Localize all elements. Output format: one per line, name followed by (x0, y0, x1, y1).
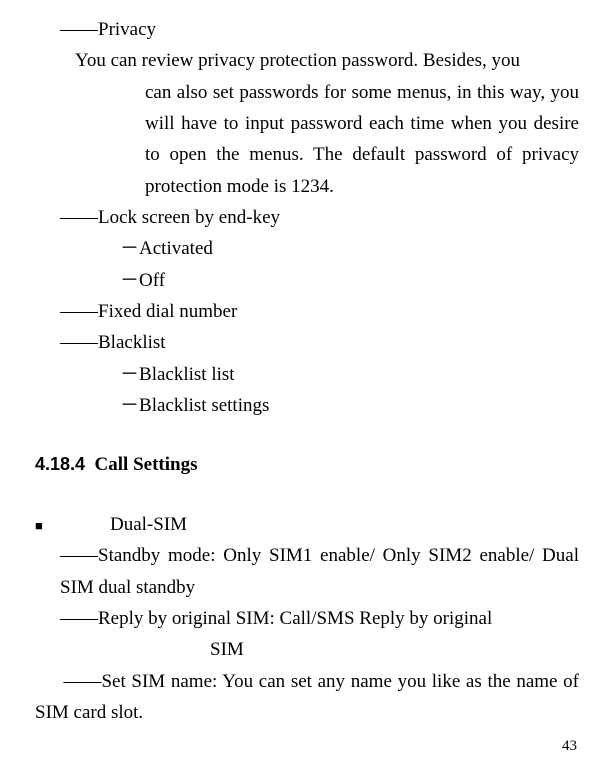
dash-prefix: ―― (60, 301, 98, 322)
dualsim-label: Dual-SIM (110, 514, 187, 535)
item-lockscreen: ――Lock screen by end-key (35, 202, 579, 233)
fixed-label: Fixed dial number (98, 301, 237, 322)
standby-text: Standby mode: Only SIM1 enable/ Only SIM… (60, 545, 579, 597)
dash-prefix: ―― (60, 332, 98, 353)
reply-text1: Reply by original SIM: Call/SMS Reply by… (98, 608, 492, 629)
set-sim-name-line: ――Set SIM name: You can set any name you… (35, 666, 579, 729)
opt-label: Off (139, 270, 165, 291)
dash-prefix: ―― (63, 671, 101, 692)
page-number: 43 (562, 734, 577, 759)
dash-prefix-small: － (120, 395, 139, 416)
reply-original-line1: ――Reply by original SIM: Call/SMS Reply … (35, 603, 579, 634)
square-bullet-icon: ■ (35, 515, 110, 536)
dash-prefix: ―― (60, 608, 98, 629)
opt-label: Activated (139, 238, 213, 259)
section-title: Call Settings (95, 454, 198, 475)
item-blacklist: ――Blacklist (35, 327, 579, 358)
dash-prefix: ―― (60, 19, 98, 40)
dash-prefix: ―― (60, 207, 98, 228)
section-heading: 4.18.4 Call Settings (35, 449, 579, 480)
page: ――Privacy You can review privacy protect… (0, 0, 595, 769)
dash-prefix-small: － (120, 270, 139, 291)
item-fixed-dial: ――Fixed dial number (35, 296, 579, 327)
privacy-label: Privacy (98, 19, 156, 40)
dash-prefix-small: － (120, 238, 139, 259)
bullet-dualsim: ■Dual-SIM (35, 509, 579, 540)
dash-prefix-small: － (120, 364, 139, 385)
privacy-desc-rest: can also set passwords for some menus, i… (35, 77, 579, 202)
lockscreen-opt-activated: －Activated (35, 233, 579, 264)
privacy-desc-line1: You can review privacy protection passwo… (35, 45, 579, 76)
reply-original-line2: SIM (35, 634, 579, 665)
lockscreen-label: Lock screen by end-key (98, 207, 280, 228)
standby-mode-line: ――Standby mode: Only SIM1 enable/ Only S… (35, 540, 579, 603)
blacklist-opt-list: －Blacklist list (35, 359, 579, 390)
blacklist-label: Blacklist (98, 332, 166, 353)
lockscreen-opt-off: －Off (35, 265, 579, 296)
item-privacy: ――Privacy (35, 14, 579, 45)
setname-text: Set SIM name: You can set any name you l… (35, 671, 579, 723)
section-number: 4.18.4 (35, 454, 85, 474)
opt-label: Blacklist list (139, 364, 235, 385)
dash-prefix: ―― (60, 545, 98, 566)
blacklist-opt-settings: －Blacklist settings (35, 390, 579, 421)
opt-label: Blacklist settings (139, 395, 269, 416)
